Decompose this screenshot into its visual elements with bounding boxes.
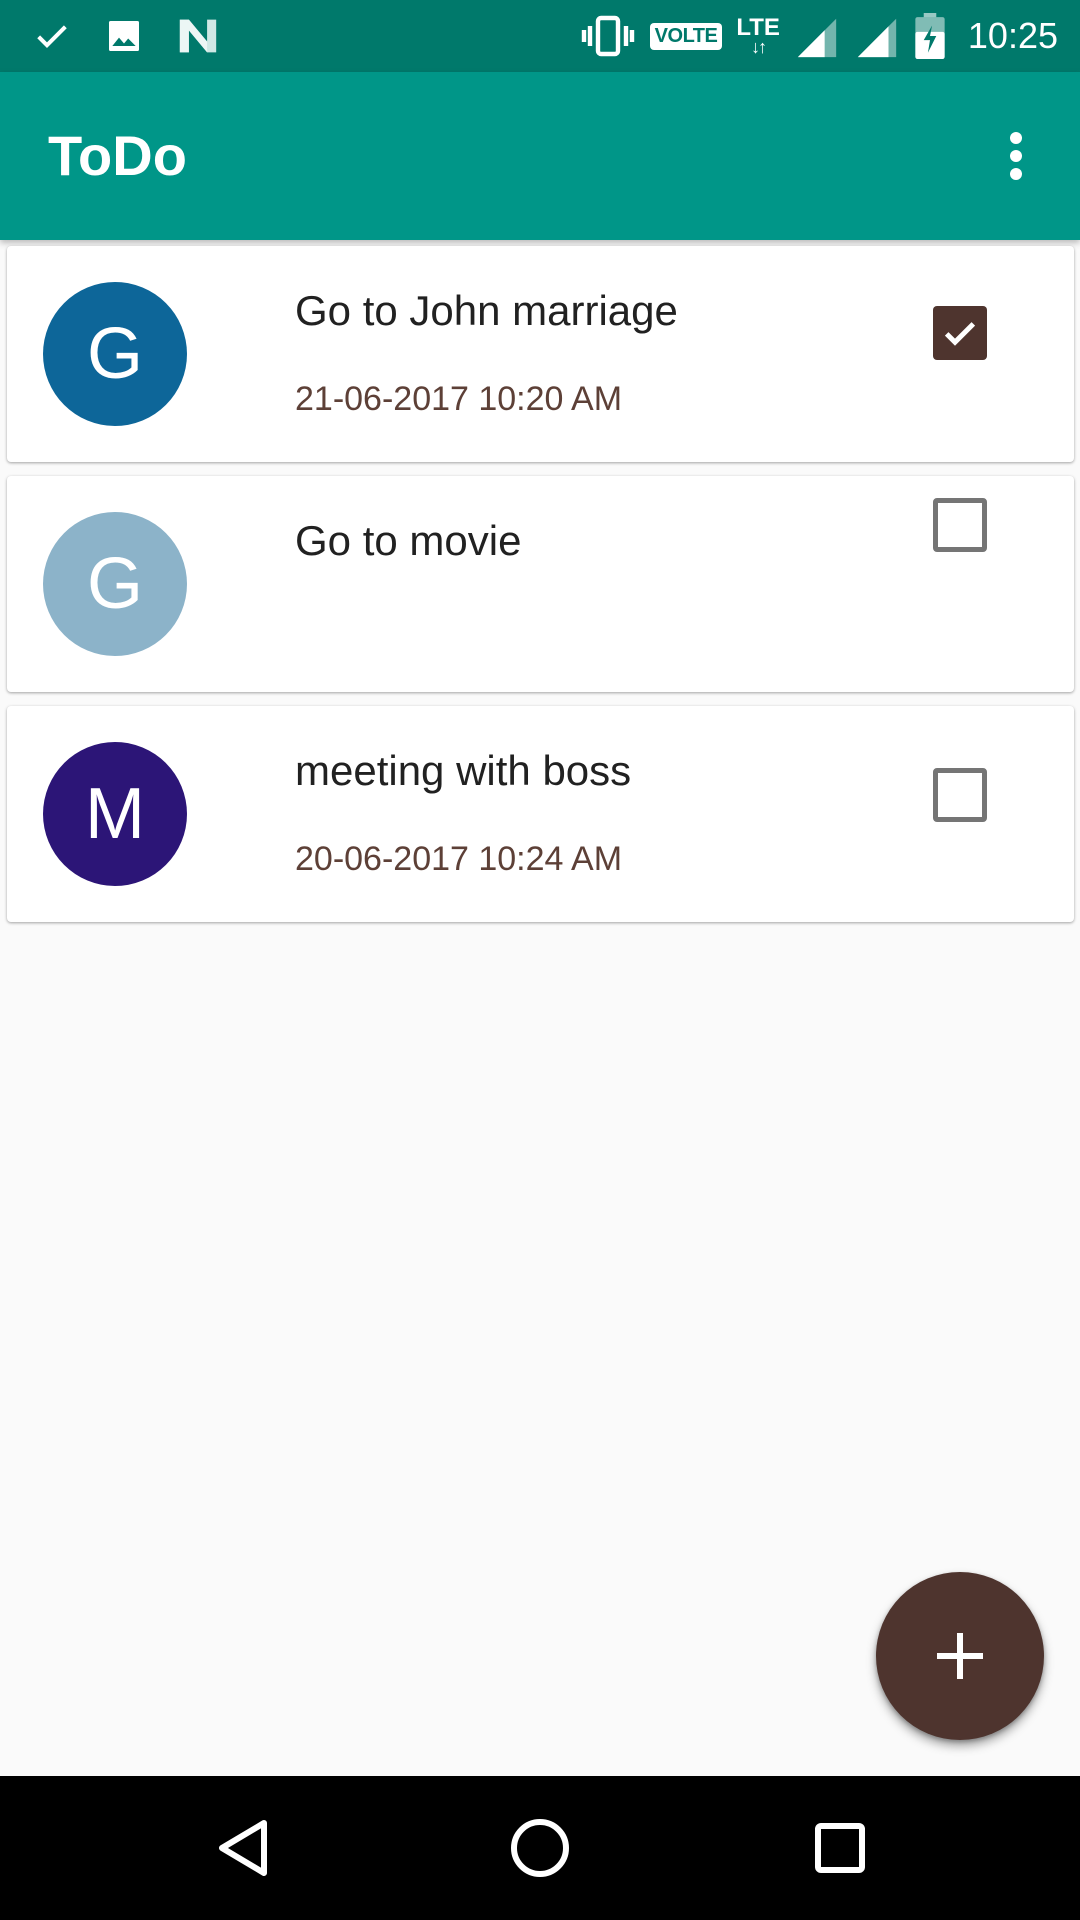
screen: VOLTE LTE ↓↑ 10:25 ToDo G Go to John mar… (0, 0, 1080, 1920)
more-vert-icon (1010, 132, 1022, 180)
overflow-menu-button[interactable] (976, 116, 1056, 196)
task-card[interactable]: G Go to John marriage 21-06-2017 10:20 A… (7, 246, 1074, 462)
task-card[interactable]: G Go to movie (7, 476, 1074, 692)
status-bar-left (32, 14, 220, 58)
app-title: ToDo (48, 124, 187, 187)
nav-home-button[interactable] (488, 1796, 592, 1900)
task-title: Go to John marriage (295, 287, 678, 334)
signal-icon (794, 14, 840, 58)
nav-recents-button[interactable] (788, 1796, 892, 1900)
task-date: 21-06-2017 10:20 AM (295, 380, 623, 418)
status-clock: 10:25 (967, 15, 1058, 56)
task-title: meeting with boss (295, 747, 632, 794)
battery-charging-icon (914, 13, 946, 59)
task-list: G Go to John marriage 21-06-2017 10:20 A… (0, 246, 1080, 936)
task-avatar: G (43, 512, 187, 656)
add-task-fab[interactable] (876, 1572, 1044, 1740)
check-icon (32, 16, 72, 56)
plus-icon (937, 1633, 983, 1679)
task-title: Go to movie (295, 517, 522, 564)
task-date: 20-06-2017 10:24 AM (295, 840, 623, 878)
app-bar: ToDo (0, 72, 1080, 240)
checkmark-icon (944, 322, 976, 346)
task-checkbox[interactable] (933, 768, 987, 822)
task-card[interactable]: M meeting with boss 20-06-2017 10:24 AM (7, 706, 1074, 922)
status-bar-right: VOLTE LTE ↓↑ 10:25 (580, 10, 1058, 62)
task-avatar: G (43, 282, 187, 426)
task-checkbox[interactable] (933, 306, 987, 360)
recents-icon (815, 1823, 865, 1873)
task-checkbox[interactable] (933, 498, 987, 552)
navigation-bar (0, 1776, 1080, 1920)
volte-badge: VOLTE (649, 22, 723, 50)
data-arrows-icon: ↓↑ (751, 37, 767, 57)
n-logo-icon (176, 16, 220, 56)
back-icon (219, 1820, 267, 1876)
nav-back-button[interactable] (190, 1796, 294, 1900)
home-icon (511, 1819, 569, 1877)
lte-icon: LTE ↓↑ (736, 16, 780, 57)
image-icon (104, 16, 144, 56)
vibrate-icon (580, 14, 636, 58)
status-bar: VOLTE LTE ↓↑ 10:25 (0, 0, 1080, 72)
task-avatar: M (43, 742, 187, 886)
signal-icon (854, 14, 900, 58)
